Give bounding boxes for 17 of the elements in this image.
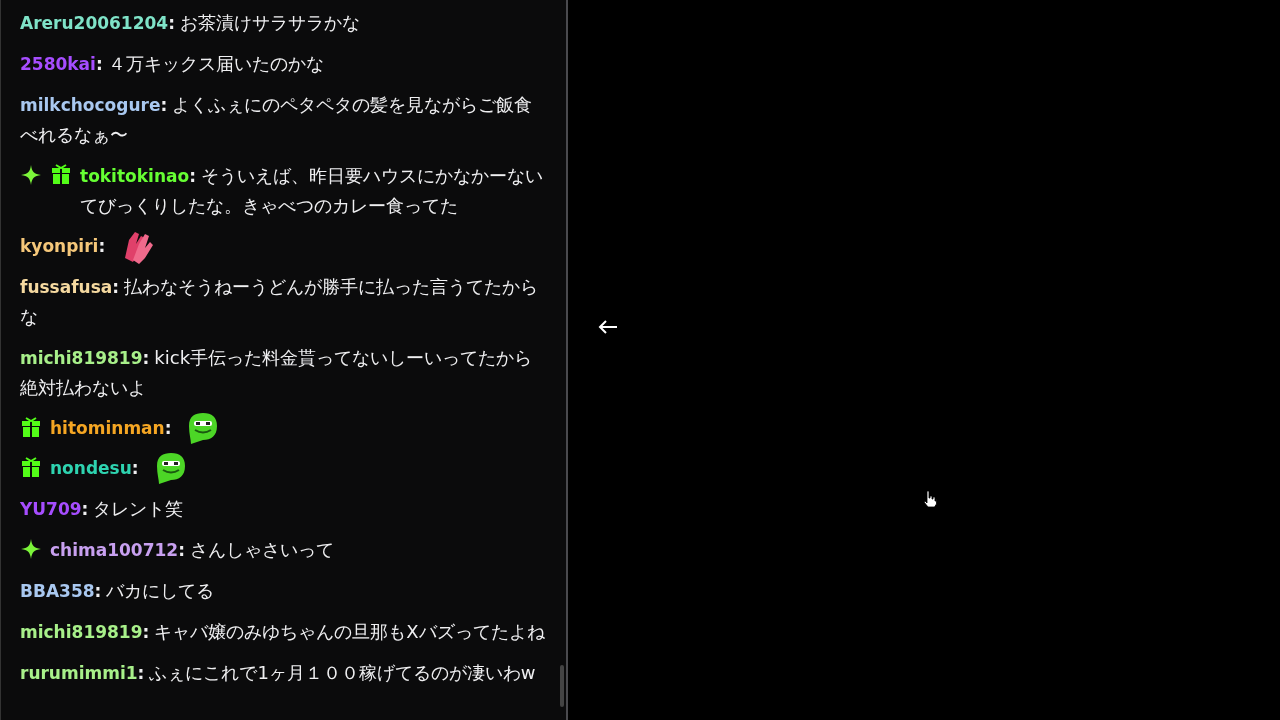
- username: hitominman:: [50, 417, 173, 440]
- chat-message: 2580kai: ４万キックス届いたのかな: [20, 52, 324, 76]
- chat-message: chima100712: さんしゃさいって: [50, 538, 334, 562]
- chat-message: Areru20061204: お茶漬けサラサラかな: [20, 11, 360, 35]
- chat-message: tokitokinao: そういえば、昨日要ハウスにかなかーないてびっくりしたな。きゃべつのカレー食ってた: [80, 164, 544, 218]
- scrollbar-thumb[interactable]: [560, 665, 564, 707]
- chat-message: michi819819: kick手伝った料金貰ってないしーいってたから絶対払わないよ: [20, 346, 534, 400]
- chat-message: michi819819: キャバ嬢のみゆちゃんの旦那もXバズってたよね: [20, 620, 545, 644]
- back-arrow-icon[interactable]: [598, 319, 618, 335]
- hand-cursor-icon: [923, 490, 937, 508]
- username: kyonpiri:: [20, 235, 107, 258]
- chat-message: rurumimmi1: ふぇにこれで1ヶ月１００稼げてるのが凄いわw: [20, 661, 536, 685]
- chat-message: YU709: タレント笑: [20, 497, 184, 521]
- chat-message: milkchocogure: よくふぇにのペタペタの髪を見ながらご飯食べれるなぁ〜: [20, 93, 534, 147]
- username: nondesu:: [50, 457, 140, 480]
- chat-message: fussafusa: 払わなそうねーうどんが勝手に払った言うてたからな: [20, 275, 540, 329]
- chat-message: BBA358: バカにしてる: [20, 579, 215, 603]
